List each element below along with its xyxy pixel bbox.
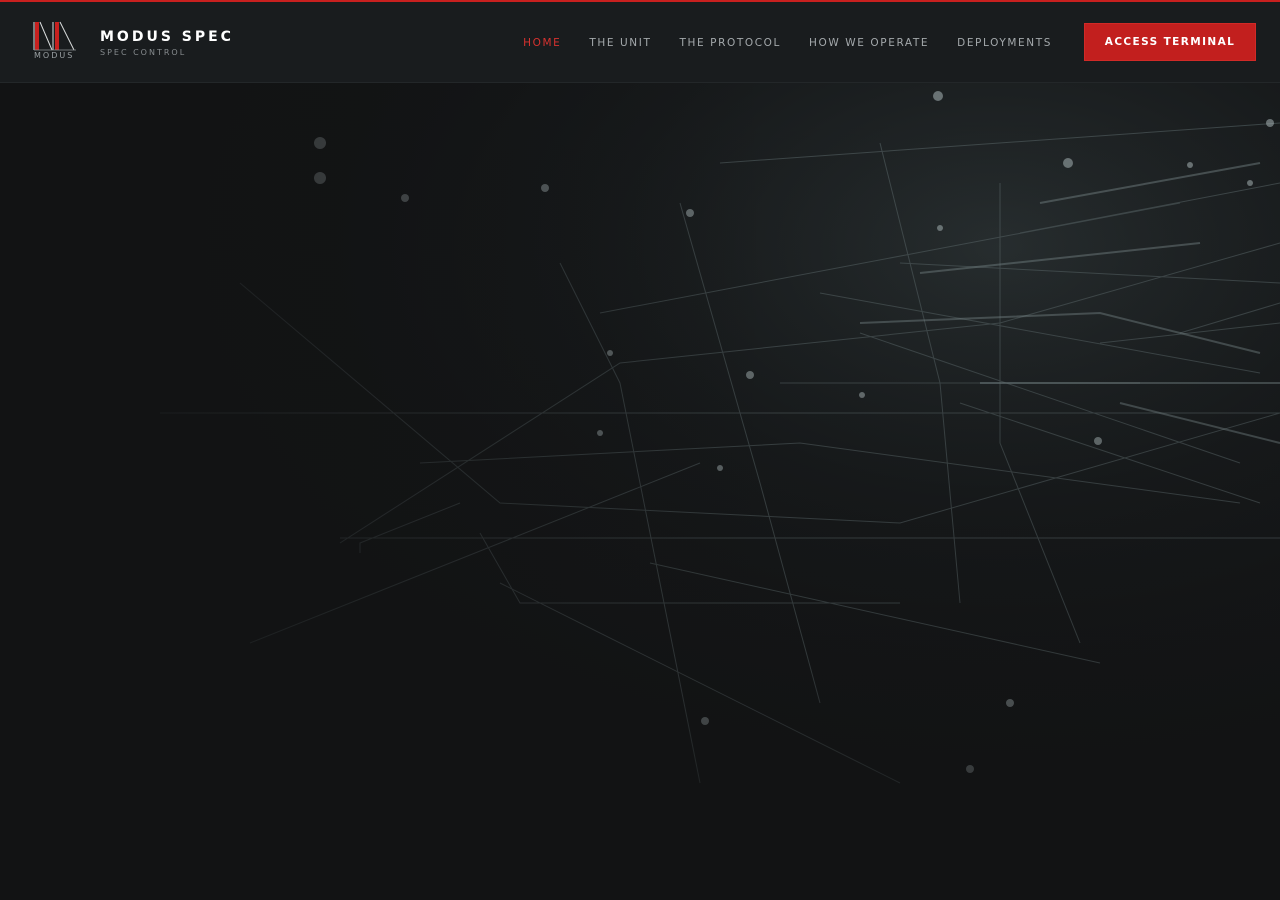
nav-item-the-unit[interactable]: THE UNIT — [589, 36, 651, 50]
main-nav: HOME THE UNIT THE PROTOCOL HOW WE OPERAT… — [523, 36, 1052, 50]
top-accent-bar — [0, 0, 1280, 2]
hero-section — [0, 83, 1280, 900]
nav-item-how-we-operate[interactable]: HOW WE OPERATE — [809, 36, 929, 50]
brand-subtitle: SPEC CONTROL — [100, 48, 187, 57]
page: MODUS MODUS SPEC SPEC CONTROL HOME THE U… — [0, 0, 1280, 900]
access-terminal-button[interactable]: ACCESS TERMINAL — [1084, 23, 1256, 61]
circuit-network-graphic — [0, 83, 1280, 900]
brand[interactable]: MODUS MODUS SPEC SPEC CONTROL — [32, 20, 234, 62]
nav-item-home[interactable]: HOME — [523, 36, 561, 50]
brand-title: MODUS SPEC — [100, 29, 234, 45]
nav-item-deployments[interactable]: DEPLOYMENTS — [957, 36, 1052, 50]
logo-caption: MODUS — [34, 51, 75, 60]
nav-item-the-protocol[interactable]: THE PROTOCOL — [679, 36, 781, 50]
modus-logo-icon: MODUS — [32, 20, 80, 62]
brand-text: MODUS SPEC SPEC CONTROL — [100, 30, 234, 57]
top-navigation-bar: MODUS MODUS SPEC SPEC CONTROL HOME THE U… — [0, 2, 1280, 83]
